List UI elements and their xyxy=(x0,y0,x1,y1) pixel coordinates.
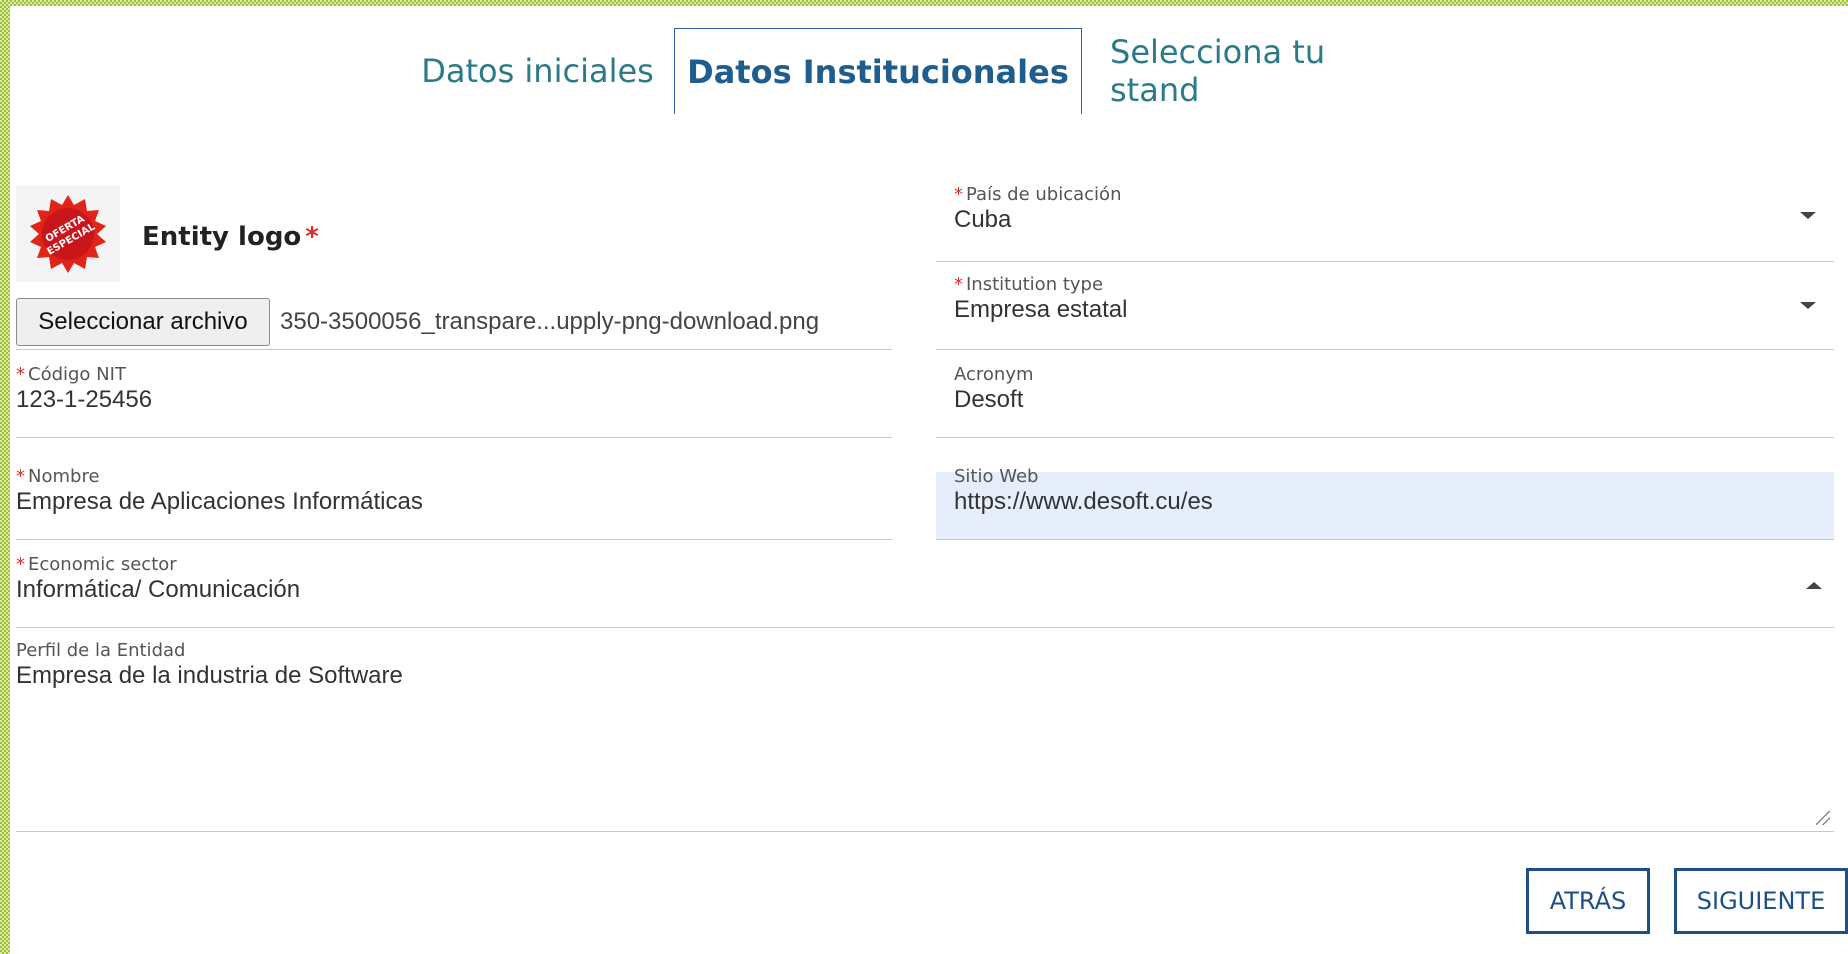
pais-select[interactable]: * País de ubicación Cuba xyxy=(936,182,1834,262)
next-button[interactable]: SIGUIENTE xyxy=(1674,868,1848,934)
file-input-row: Seleccionar archivo 350-3500056_transpar… xyxy=(16,290,892,350)
select-file-button[interactable]: Seleccionar archivo xyxy=(16,298,270,346)
chevron-down-icon[interactable] xyxy=(1800,212,1816,219)
pais-value: Cuba xyxy=(954,206,1012,233)
resize-handle-icon[interactable] xyxy=(1816,811,1830,825)
institution-type-value: Empresa estatal xyxy=(954,296,1128,323)
selected-file-name: 350-3500056_transpare...upply-png-downlo… xyxy=(280,308,820,335)
special-offer-badge-icon: OFERTA ESPECIAL xyxy=(30,195,106,273)
form-panel: Datos iniciales Datos Institucionales Se… xyxy=(10,6,1848,954)
nombre-field[interactable]: * Nombre Empresa de Aplicaciones Informát… xyxy=(16,464,892,540)
sitio-web-value: https://www.desoft.cu/es xyxy=(954,488,1213,515)
nombre-value: Empresa de Aplicaciones Informáticas xyxy=(16,488,423,515)
nit-field[interactable]: * Código NIT 123-1-25456 xyxy=(16,362,892,438)
institution-type-select[interactable]: * Institution type Empresa estatal xyxy=(936,272,1834,350)
economic-sector-value: Informática/ Comunicación xyxy=(16,576,301,603)
entity-logo-label: Entity logo * xyxy=(142,222,319,252)
sitio-web-field[interactable]: Sitio Web https://www.desoft.cu/es xyxy=(936,466,1834,540)
chevron-up-icon[interactable] xyxy=(1806,582,1822,589)
chevron-down-icon[interactable] xyxy=(1800,302,1816,309)
tab-bar: Datos iniciales Datos Institucionales Se… xyxy=(10,28,1848,114)
nit-value: 123-1-25456 xyxy=(16,386,153,413)
acronym-value: Desoft xyxy=(954,386,1024,413)
back-button[interactable]: ATRÁS xyxy=(1526,868,1650,934)
economic-sector-select[interactable]: * Economic sector Informática/ Comunicaci… xyxy=(16,552,1834,628)
perfil-textarea[interactable]: Perfil de la Entidad Empresa de la indus… xyxy=(16,638,1834,832)
acronym-field[interactable]: Acronym Desoft xyxy=(936,362,1834,438)
perfil-value: Empresa de la industria de Software xyxy=(16,662,403,689)
tab-datos-institucionales[interactable]: Datos Institucionales xyxy=(674,28,1082,114)
tab-selecciona-stand[interactable]: Selecciona tu stand xyxy=(1110,28,1420,114)
tab-datos-iniciales[interactable]: Datos iniciales xyxy=(410,28,665,114)
entity-logo-preview: OFERTA ESPECIAL xyxy=(16,186,120,282)
